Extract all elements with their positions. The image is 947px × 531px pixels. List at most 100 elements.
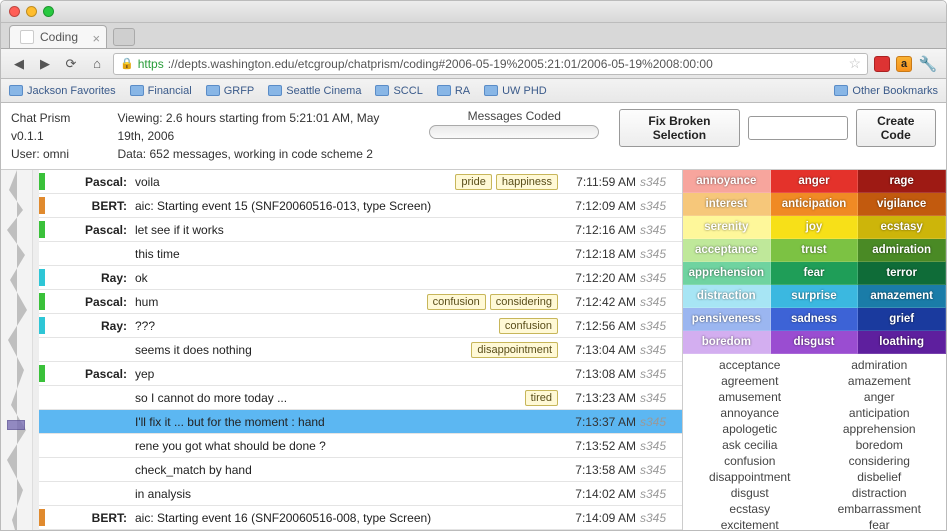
emotion-cell-boredom[interactable]: boredom [683, 331, 771, 354]
window-close-button[interactable] [9, 6, 20, 17]
code-tag[interactable]: considering [490, 294, 558, 310]
code-tag[interactable]: disappointment [471, 342, 558, 358]
emotion-cell-joy[interactable]: joy [771, 216, 859, 239]
code-item[interactable]: disappointment [689, 470, 811, 484]
emotion-cell-grief[interactable]: grief [858, 308, 946, 331]
emotion-cell-interest[interactable]: interest [683, 193, 771, 216]
reload-button[interactable]: ⟳ [61, 54, 81, 74]
code-item[interactable]: agreement [689, 374, 811, 388]
timeline-gutter[interactable] [1, 170, 33, 530]
code-item[interactable]: anger [819, 390, 941, 404]
emotion-cell-sadness[interactable]: sadness [771, 308, 859, 331]
message-text: I'll fix it ... but for the moment : han… [135, 415, 552, 429]
plain-codes-list: acceptance admiration agreement amazement am… [683, 354, 946, 530]
emotion-cell-annoyance[interactable]: annoyance [683, 170, 771, 193]
code-item[interactable]: annoyance [689, 406, 811, 420]
bookmark-folder[interactable]: GRFP [206, 85, 255, 97]
message-row[interactable]: so I cannot do more today ...tired7:13:2… [39, 386, 682, 410]
tab-close-icon[interactable]: × [92, 31, 100, 46]
emotion-cell-rage[interactable]: rage [858, 170, 946, 193]
message-row[interactable]: Pascal:let see if it works7:12:16 AMs345 [39, 218, 682, 242]
code-name-input[interactable] [748, 116, 848, 140]
bookmark-folder[interactable]: Seattle Cinema [268, 85, 361, 97]
code-item[interactable]: boredom [819, 438, 941, 452]
emotion-cell-disgust[interactable]: disgust [771, 331, 859, 354]
bookmark-folder[interactable]: SCCL [375, 85, 422, 97]
code-item[interactable]: confusion [689, 454, 811, 468]
home-button[interactable]: ⌂ [87, 54, 107, 74]
emotion-cell-trust[interactable]: trust [771, 239, 859, 262]
url-bar[interactable]: 🔒 https://depts.washington.edu/etcgroup/… [113, 53, 868, 75]
message-row[interactable]: BERT:aic: Starting event 15 (SNF20060516… [39, 194, 682, 218]
code-tag[interactable]: happiness [496, 174, 558, 190]
timeline-marker[interactable] [7, 420, 25, 430]
emotion-cell-distraction[interactable]: distraction [683, 285, 771, 308]
code-item[interactable]: excitement [689, 518, 811, 530]
bookmark-folder[interactable]: UW PHD [484, 85, 547, 97]
code-item[interactable]: ecstasy [689, 502, 811, 516]
message-row[interactable]: BERT:aic: Starting event 16 (SNF20060516… [39, 506, 682, 530]
code-item[interactable]: embarrassment [819, 502, 941, 516]
window-minimize-button[interactable] [26, 6, 37, 17]
code-item[interactable]: amusement [689, 390, 811, 404]
emotion-cell-amazement[interactable]: amazement [858, 285, 946, 308]
code-item[interactable]: apprehension [819, 422, 941, 436]
window-zoom-button[interactable] [43, 6, 54, 17]
message-row[interactable]: this time7:12:18 AMs345 [39, 242, 682, 266]
messages-list[interactable]: Pascal:voilapridehappiness7:11:59 AMs345… [39, 170, 682, 530]
emotion-cell-pensiveness[interactable]: pensiveness [683, 308, 771, 331]
speaker-color-chip [39, 317, 45, 334]
create-code-button[interactable]: Create Code [856, 109, 936, 147]
bookmark-folder[interactable]: RA [437, 85, 470, 97]
code-tag[interactable]: tired [525, 390, 558, 406]
new-tab-button[interactable] [113, 28, 135, 46]
emotion-cell-admiration[interactable]: admiration [858, 239, 946, 262]
code-item[interactable]: amazement [819, 374, 941, 388]
other-bookmarks[interactable]: Other Bookmarks [834, 85, 938, 97]
message-row[interactable]: Pascal:humconfusionconsidering7:12:42 AM… [39, 290, 682, 314]
bookmark-folder[interactable]: Jackson Favorites [9, 85, 116, 97]
browser-tab[interactable]: Coding × [9, 25, 107, 48]
emotion-cell-vigilance[interactable]: vigilance [858, 193, 946, 216]
message-row[interactable]: Pascal:voilapridehappiness7:11:59 AMs345 [39, 170, 682, 194]
message-row[interactable]: check_match by hand7:13:58 AMs345 [39, 458, 682, 482]
extension-icon[interactable] [874, 56, 890, 72]
code-item[interactable]: ask cecilia [689, 438, 811, 452]
emotion-cell-anger[interactable]: anger [771, 170, 859, 193]
emotion-cell-fear[interactable]: fear [771, 262, 859, 285]
amazon-extension-icon[interactable]: a [896, 56, 912, 72]
code-item[interactable]: disbelief [819, 470, 941, 484]
emotion-cell-surprise[interactable]: surprise [771, 285, 859, 308]
code-item[interactable]: apologetic [689, 422, 811, 436]
emotion-cell-loathing[interactable]: loathing [858, 331, 946, 354]
back-button[interactable]: ◀ [9, 54, 29, 74]
code-tag[interactable]: confusion [427, 294, 486, 310]
wrench-menu-icon[interactable]: 🔧 [918, 54, 938, 74]
bookmark-star-icon[interactable]: ☆ [848, 55, 861, 72]
message-row[interactable]: seems it does nothingdisappointment7:13:… [39, 338, 682, 362]
emotion-cell-anticipation[interactable]: anticipation [771, 193, 859, 216]
code-item[interactable]: admiration [819, 358, 941, 372]
fix-broken-selection-button[interactable]: Fix Broken Selection [619, 109, 739, 147]
code-item[interactable]: anticipation [819, 406, 941, 420]
emotion-cell-apprehension[interactable]: apprehension [683, 262, 771, 285]
forward-button[interactable]: ▶ [35, 54, 55, 74]
code-tag[interactable]: pride [455, 174, 491, 190]
code-item[interactable]: considering [819, 454, 941, 468]
code-item[interactable]: disgust [689, 486, 811, 500]
code-item[interactable]: acceptance [689, 358, 811, 372]
code-item[interactable]: fear [819, 518, 941, 530]
message-row[interactable]: I'll fix it ... but for the moment : han… [39, 410, 682, 434]
message-row[interactable]: Ray:???confusion7:12:56 AMs345 [39, 314, 682, 338]
code-item[interactable]: distraction [819, 486, 941, 500]
emotion-cell-acceptance[interactable]: acceptance [683, 239, 771, 262]
emotion-cell-terror[interactable]: terror [858, 262, 946, 285]
message-row[interactable]: in analysis7:14:02 AMs345 [39, 482, 682, 506]
code-tag[interactable]: confusion [499, 318, 558, 334]
message-row[interactable]: Ray:ok7:12:20 AMs345 [39, 266, 682, 290]
message-row[interactable]: rene you got what should be done ?7:13:5… [39, 434, 682, 458]
bookmark-folder[interactable]: Financial [130, 85, 192, 97]
emotion-cell-ecstasy[interactable]: ecstasy [858, 216, 946, 239]
emotion-cell-serenity[interactable]: serenity [683, 216, 771, 239]
message-row[interactable]: Pascal:yep7:13:08 AMs345 [39, 362, 682, 386]
